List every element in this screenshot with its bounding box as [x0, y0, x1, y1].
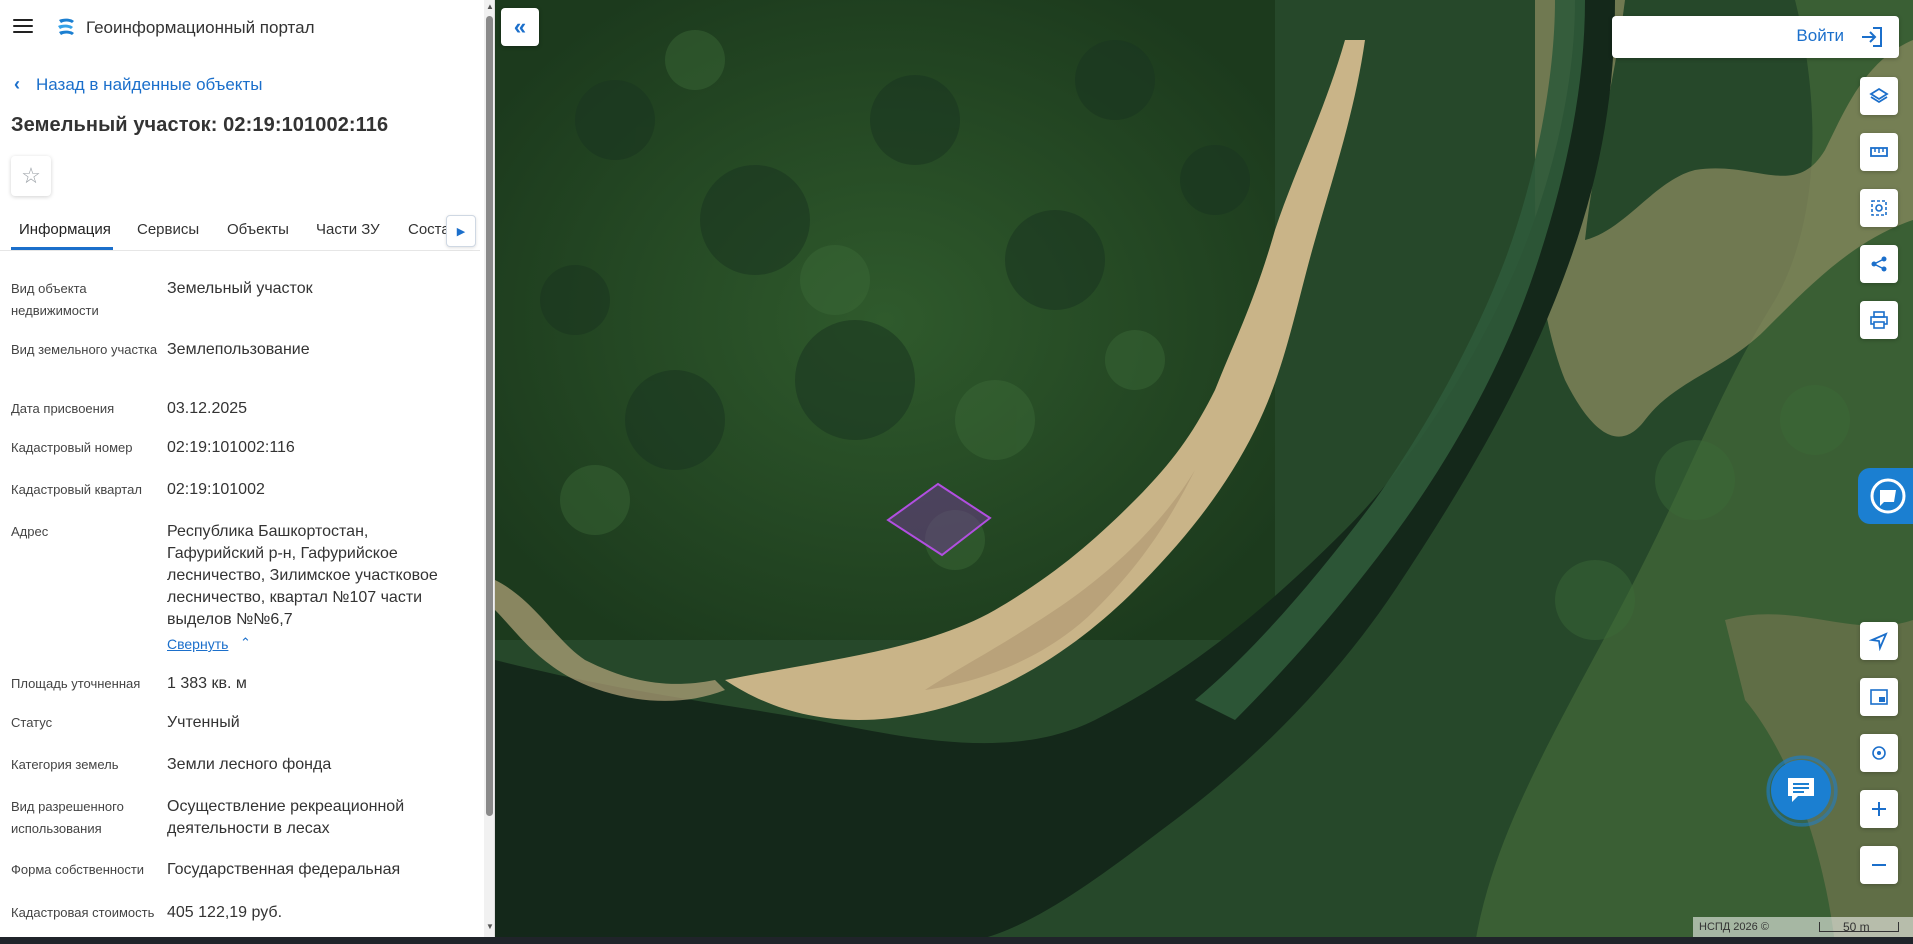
area-select-button[interactable] [1860, 189, 1898, 227]
map-imagery [495, 0, 1913, 944]
login-button[interactable]: Войти [1612, 16, 1899, 58]
area-select-icon [1871, 200, 1887, 216]
assistant-icon [1870, 478, 1906, 514]
info-value: Республика Башкортостан, Гафурийский р-н… [167, 523, 438, 628]
tabs-scroll-right-button[interactable]: ▶ [446, 215, 476, 247]
info-value: 02:19:101002 [167, 481, 265, 498]
sidebar-header: Геоинформационный портал [0, 0, 480, 56]
info-label: Площадь уточненная [11, 676, 141, 691]
info-label: Вид объекта недвижимости [11, 281, 99, 318]
login-icon [1862, 27, 1882, 47]
info-value: Учтенный [167, 714, 240, 731]
ruler-icon [1870, 147, 1888, 157]
page-title: Земельный участок: 02:19:101002:116 [11, 114, 389, 136]
info-value: 405 122,19 руб. [167, 904, 283, 921]
tab-info[interactable]: Информация [19, 221, 111, 238]
info-value: Осуществление рекреационной деятельности… [167, 798, 405, 837]
zoom-out-button[interactable] [1860, 846, 1898, 884]
info-label: Категория земель [11, 757, 119, 772]
scroll-thumb[interactable] [486, 16, 493, 816]
favorite-star-icon[interactable]: ☆ [11, 156, 51, 196]
zoom-in-button[interactable] [1860, 790, 1898, 828]
info-value: 1 383 кв. м [167, 675, 247, 692]
info-label: Кадастровый квартал [11, 482, 142, 497]
layers-icon [1869, 87, 1889, 104]
app-root: Геоинформационный портал ‹ Назад в найде… [0, 0, 1913, 944]
info-label: Адрес [11, 524, 49, 539]
tab-zu-parts[interactable]: Части ЗУ [316, 221, 380, 238]
chat-button[interactable] [1771, 760, 1831, 820]
info-value: Землепользование [167, 341, 310, 358]
os-taskbar [0, 937, 1913, 944]
layers-button[interactable] [1860, 77, 1898, 115]
scroll-up-arrow-icon[interactable]: ▲ [486, 2, 494, 11]
tabs-bar: Информация Сервисы Объекты Части ЗУ Сост… [0, 213, 480, 251]
zoom-out-icon [1872, 864, 1886, 866]
scroll-down-arrow-icon[interactable]: ▼ [486, 922, 494, 931]
info-label: Дата присвоения [11, 401, 115, 416]
info-value: Земельный участок [167, 280, 313, 297]
info-value: Государственная федеральная [167, 861, 401, 878]
info-value: 03.12.2025 [167, 400, 248, 417]
map-attribution: НСПД 2026 © 50 m [1693, 917, 1913, 937]
menu-icon[interactable] [13, 19, 33, 35]
minimap-icon [1870, 689, 1888, 705]
chevron-up-icon[interactable]: ⌃ [240, 635, 251, 651]
collapse-sidebar-button[interactable]: « [501, 8, 539, 46]
back-to-results-link[interactable]: ‹ Назад в найденные объекты [14, 74, 262, 95]
info-value: Земли лесного фонда [167, 756, 332, 773]
tab-services[interactable]: Сервисы [137, 221, 199, 238]
share-button[interactable] [1860, 245, 1898, 283]
info-label: Статус [11, 715, 53, 730]
attribution-text: НСПД 2026 © [1699, 921, 1769, 933]
info-value: 02:19:101002:116 [167, 439, 295, 456]
info-label: Кадастровый номер [11, 440, 133, 455]
back-link-label: Назад в найденные объекты [36, 74, 263, 94]
sidebar-panel: Геоинформационный портал ‹ Назад в найде… [0, 0, 495, 937]
assistant-button[interactable] [1858, 468, 1913, 524]
satellite-map[interactable] [495, 0, 1913, 944]
chat-icon [1788, 778, 1814, 802]
collapse-address-link[interactable]: Свернуть [167, 636, 228, 652]
navigate-button[interactable] [1860, 622, 1898, 660]
portal-logo-icon [58, 18, 74, 35]
minimap-button[interactable] [1860, 678, 1898, 716]
navigate-icon [1869, 632, 1888, 651]
print-icon [1870, 311, 1888, 329]
active-tab-indicator [11, 247, 113, 250]
info-label: Вид разрешенного использования [11, 799, 124, 836]
locate-icon [1872, 746, 1886, 760]
chevron-left-icon: ‹ [14, 74, 20, 94]
locate-button[interactable] [1860, 734, 1898, 772]
app-title: Геоинформационный портал [86, 18, 315, 37]
sidebar-scrollbar[interactable]: ▲ ▼ [484, 0, 494, 937]
info-label: Форма собственности [11, 862, 145, 877]
print-button[interactable] [1860, 301, 1898, 339]
info-label: Вид земельного участка [11, 342, 158, 357]
scale-label: 50 m [1843, 920, 1870, 934]
zoom-in-icon [1872, 802, 1886, 816]
ruler-button[interactable] [1860, 133, 1898, 171]
share-icon [1871, 256, 1887, 272]
info-label: Кадастровая стоимость [11, 905, 155, 920]
tab-objects[interactable]: Объекты [227, 221, 289, 238]
login-label: Войти [1796, 26, 1844, 45]
double-chevron-left-icon: « [513, 14, 527, 39]
